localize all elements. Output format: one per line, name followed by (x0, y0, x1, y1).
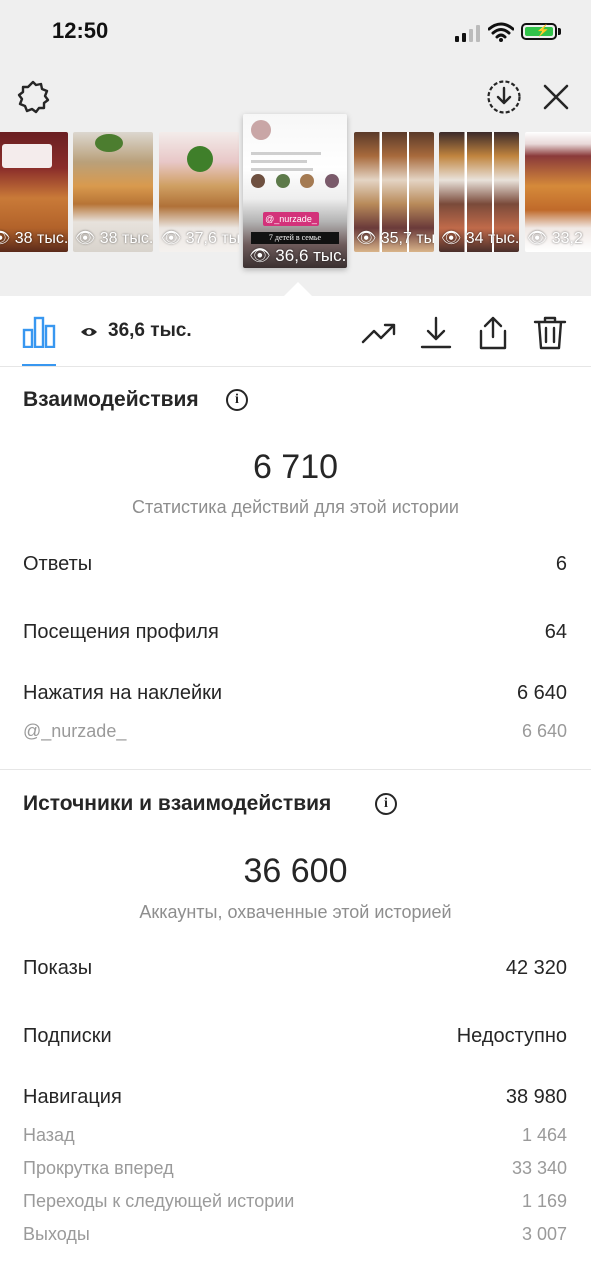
cellular-signal-icon (455, 24, 483, 42)
sticker-mention-label: @_nurzade_ (23, 721, 127, 741)
close-icon[interactable] (540, 81, 572, 113)
forward-value: 33 340 (511, 1158, 567, 1178)
section-divider (0, 769, 591, 770)
sticker-taps-label: Нажатия на наклейки (23, 682, 223, 704)
total-views-label: 36,6 тыс. (108, 320, 192, 341)
next-story-label: Переходы к следующей истории (23, 1191, 295, 1211)
reach-caption: Аккаунты, охваченные этой историей (139, 902, 452, 922)
replies-value: 6 (555, 553, 567, 575)
story-view-count: 👁 38 тыс. (0, 230, 68, 247)
back-value: 1 464 (521, 1125, 567, 1145)
exits-label: Выходы (23, 1224, 90, 1244)
story-thumbnail[interactable]: 👁 38 тыс. (73, 132, 153, 252)
story-view-count: 👁 33,2 (527, 230, 583, 247)
sticker-taps-value: 6 640 (516, 682, 567, 704)
share-icon[interactable] (475, 315, 511, 351)
navigation-label: Навигация (23, 1086, 122, 1108)
status-bar: 12:50 ⚡ (0, 0, 591, 64)
profile-visits-label: Посещения профиля (23, 621, 219, 643)
active-tab-indicator (22, 364, 56, 366)
status-time: 12:50 (52, 18, 109, 43)
story-thumbnail[interactable]: 👁 37,6 тыс. (159, 132, 239, 252)
interactions-section-title: Взаимодействия (23, 388, 199, 411)
stories-thumbnail-strip: 👁 38 тыс. 👁 38 тыс. 👁 37,6 тыс. @_nurzad… (0, 114, 591, 270)
back-label: Назад (23, 1125, 75, 1145)
interactions-caption: Статистика действий для этой истории (132, 497, 459, 517)
story-caption: 7 детей в семье (251, 232, 339, 244)
reach-total: 36 600 (243, 852, 348, 890)
wifi-icon (488, 22, 514, 42)
replies-label: Ответы (23, 553, 93, 575)
profile-visits-value: 64 (544, 621, 567, 643)
battery-nub (558, 28, 561, 35)
exits-value: 3 007 (521, 1224, 567, 1244)
info-icon[interactable]: i (226, 389, 248, 411)
impressions-label: Показы (23, 957, 93, 979)
battery-icon: ⚡ (521, 23, 557, 40)
mention-sticker: @_nurzade_ (263, 212, 319, 226)
discovery-section-title: Источники и взаимодействия (23, 792, 332, 815)
story-view-count: 👁 37,6 тыс. (161, 230, 239, 247)
next-story-value: 1 169 (521, 1191, 567, 1211)
delete-trash-icon[interactable] (532, 315, 568, 351)
interactions-total: 6 710 (252, 448, 339, 486)
story-thumbnail[interactable]: 👁 34 тыс. (439, 132, 519, 252)
follows-label: Подписки (23, 1025, 112, 1047)
story-thumbnail-selected[interactable]: @_nurzade_ 7 детей в семье 👁 36,6 тыс. (243, 114, 347, 268)
promote-trend-icon[interactable] (361, 315, 397, 351)
settings-gear-icon[interactable] (14, 78, 52, 116)
story-view-count: 👁 34 тыс. (441, 230, 519, 247)
insights-toolbar: 36,6 тыс. (0, 296, 591, 367)
story-view-count: 👁 38 тыс. (75, 230, 153, 247)
story-thumbnail[interactable]: 👁 33,2 (525, 132, 591, 252)
story-view-count: 👁 35,7 тыс. (356, 230, 434, 247)
insights-bar-chart-icon[interactable] (22, 316, 56, 348)
download-icon[interactable] (418, 315, 454, 351)
info-icon[interactable]: i (375, 793, 397, 815)
story-thumbnail[interactable]: 👁 35,7 тыс. (354, 132, 434, 252)
selected-story-pointer (284, 282, 312, 296)
navigation-value: 38 980 (505, 1086, 567, 1108)
follows-value: Недоступно (456, 1025, 567, 1047)
story-view-count: 👁 36,6 тыс. (249, 246, 347, 265)
impressions-value: 42 320 (505, 957, 567, 979)
forward-label: Прокрутка вперед (23, 1158, 174, 1178)
eye-icon (81, 328, 97, 336)
sticker-mention-value: 6 640 (521, 721, 567, 741)
story-thumbnail[interactable]: 👁 38 тыс. (0, 132, 68, 252)
save-download-icon[interactable] (486, 79, 522, 115)
